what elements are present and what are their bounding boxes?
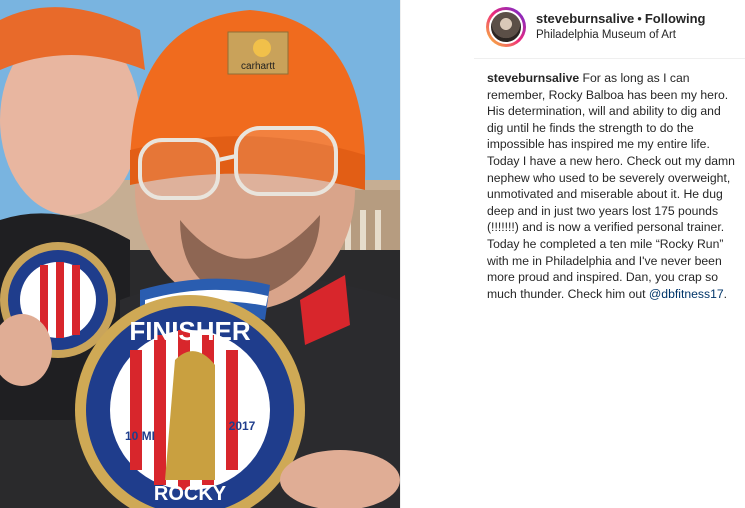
photo-illustration: carhartt FINISHER 10 MI 2017 ROCKY [0, 0, 400, 508]
medal-year-label: 2017 [229, 419, 256, 433]
medal-distance-label: 10 MI [125, 429, 155, 443]
post-header: steveburnsalive • Following Philadelphia M… [486, 4, 745, 50]
username-link[interactable]: steveburnsalive [536, 11, 634, 26]
hat-brand-label: carhartt [241, 61, 275, 72]
medal-bottom-label: ROCKY [154, 483, 227, 505]
separator-dot: • [637, 11, 642, 26]
story-ring[interactable] [486, 7, 526, 47]
following-button[interactable]: Following [645, 11, 706, 26]
caption-end: . [723, 286, 728, 301]
header-divider [474, 58, 745, 59]
profile-avatar[interactable] [489, 10, 523, 44]
post-photo[interactable]: carhartt FINISHER 10 MI 2017 ROCKY [0, 0, 400, 508]
post-caption: steveburnsalive For as long as I can rem… [487, 70, 735, 302]
header-text: steveburnsalive • Following Philadelphia M… [536, 10, 706, 44]
medal-top-label: FINISHER [129, 316, 251, 346]
location-link[interactable]: Philadelphia Museum of Art [536, 27, 706, 44]
mention-link[interactable]: @dbfitness17 [649, 287, 724, 301]
caption-username-link[interactable]: steveburnsalive [487, 71, 579, 85]
username-line: steveburnsalive • Following [536, 10, 706, 27]
caption-text: For as long as I can remember, Rocky Bal… [487, 71, 735, 301]
